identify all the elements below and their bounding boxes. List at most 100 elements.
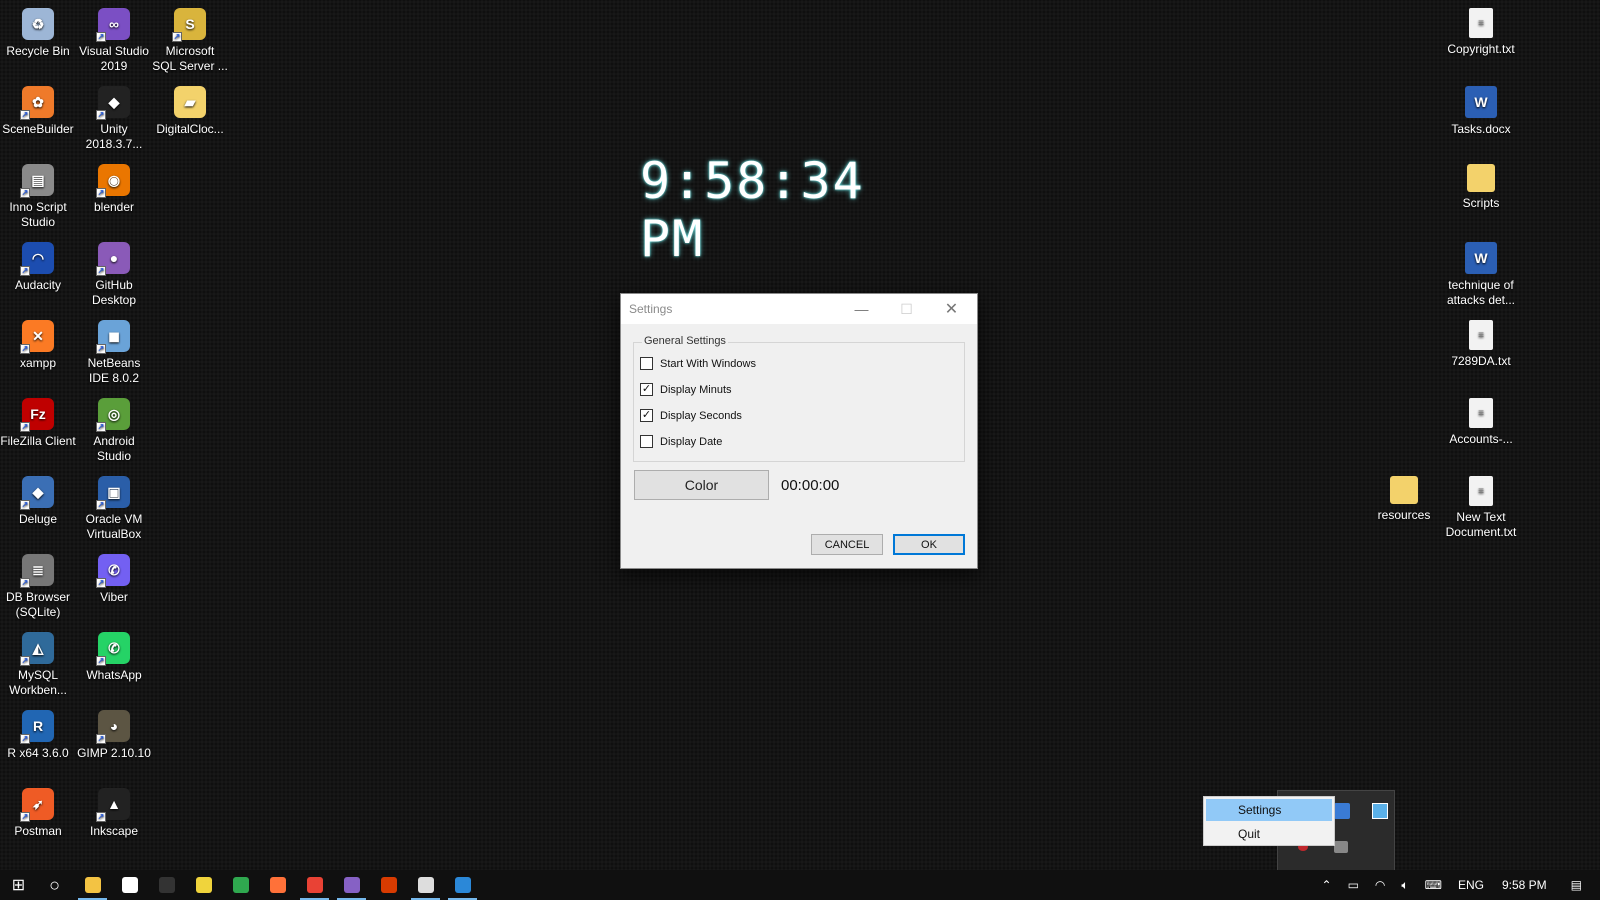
- menu-item-settings[interactable]: Settings: [1206, 799, 1332, 821]
- git-icon: [195, 877, 212, 893]
- language-indicator[interactable]: ENG: [1458, 878, 1484, 892]
- desktop-icon[interactable]: ◉ ↗ blender: [76, 158, 152, 215]
- start-with-windows-option[interactable]: Start With Windows: [640, 357, 756, 370]
- desktop-icon[interactable]: ≡ 7289DA.txt: [1443, 314, 1519, 369]
- display-seconds-checkbox[interactable]: ✓: [640, 409, 653, 422]
- digital-clock[interactable]: 9:58:34 PM: [640, 152, 910, 268]
- wifi-icon[interactable]: ◠: [1375, 878, 1385, 892]
- folder-icon: [1467, 164, 1495, 192]
- desktop-icon-label: DB Browser (SQLite): [5, 590, 70, 619]
- shortcut-arrow-icon: ↗: [20, 344, 30, 354]
- desktop-icon[interactable]: ✆ ↗ Viber: [76, 548, 152, 605]
- taskbar-app[interactable]: [148, 870, 185, 900]
- desktop-icon[interactable]: ◼ ↗ NetBeans IDE 8.0.2: [76, 314, 152, 386]
- taskbar-app[interactable]: [370, 870, 407, 900]
- network-tray-icon[interactable]: [1372, 803, 1388, 819]
- desktop-icon[interactable]: ◭ ↗ MySQL Workben...: [0, 626, 76, 698]
- app-tray-icon[interactable]: [1334, 803, 1350, 819]
- desktop-icon[interactable]: ◕ ↗ GIMP 2.10.10: [76, 704, 152, 761]
- desktop-icon[interactable]: ≡ Copyright.txt: [1443, 2, 1519, 57]
- close-icon: ✕: [944, 301, 959, 318]
- start-button[interactable]: ⊞: [0, 870, 37, 900]
- taskbar-app[interactable]: [444, 870, 481, 900]
- desktop-icon[interactable]: ✆ ↗ WhatsApp: [76, 626, 152, 683]
- desktop-icon[interactable]: R ↗ R x64 3.6.0: [0, 704, 76, 761]
- desktop-icon[interactable]: ✕ ↗ xampp: [0, 314, 76, 371]
- menu-item-quit[interactable]: Quit: [1206, 823, 1332, 845]
- whatsapp-icon: ✆ ↗: [96, 632, 130, 666]
- desktop-icon-label: Scripts: [1462, 196, 1500, 210]
- desktop-icon[interactable]: S ↗ Microsoft SQL Server ...: [152, 2, 228, 74]
- maximize-icon: ☐: [900, 300, 913, 317]
- option-label: Display Minuts: [660, 383, 732, 396]
- shortcut-arrow-icon: ↗: [96, 422, 106, 432]
- keyboard-icon[interactable]: ⌨: [1425, 878, 1442, 892]
- desktop-icon-label: Inkscape: [89, 824, 139, 838]
- taskbar: ⊞ ○ ⌃ ▭ ◠ 🔈︎ ⌨ ENG 9:58 PM ▤: [0, 870, 1600, 900]
- desktop-icon[interactable]: ▤ ↗ Inno Script Studio: [0, 158, 76, 230]
- taskbar-app[interactable]: [259, 870, 296, 900]
- option-label: Start With Windows: [660, 357, 756, 370]
- desktop-icon-label: technique of attacks det...: [1446, 278, 1516, 307]
- display-date-option[interactable]: Display Date: [640, 435, 722, 448]
- battery-icon[interactable]: ▭: [1348, 878, 1359, 892]
- deluge-icon: ◆ ↗: [20, 476, 54, 510]
- desktop-icon[interactable]: ≣ ↗ DB Browser (SQLite): [0, 548, 76, 620]
- taskbar-app[interactable]: [333, 870, 370, 900]
- desktop-icon[interactable]: Scripts: [1443, 158, 1519, 211]
- desktop-icon-label: Copyright.txt: [1447, 42, 1515, 56]
- minimize-button[interactable]: —: [839, 294, 884, 324]
- desktop-icon[interactable]: ◆ ↗ Deluge: [0, 470, 76, 527]
- desktop-icon[interactable]: ● ↗ GitHub Desktop: [76, 236, 152, 308]
- r-icon: R ↗: [20, 710, 54, 744]
- taskbar-app[interactable]: [185, 870, 222, 900]
- windows-logo-icon: ⊞: [11, 877, 26, 894]
- desktop-icon[interactable]: ✿ ↗ SceneBuilder: [0, 80, 76, 137]
- chevron-up-icon[interactable]: ⌃: [1322, 878, 1332, 892]
- desktop-icon[interactable]: ▲ ↗ Inkscape: [76, 782, 152, 839]
- desktop-icon[interactable]: ≡ Accounts-...: [1443, 392, 1519, 447]
- desktop-icon[interactable]: ♻ Recycle Bin: [0, 2, 76, 59]
- desktop-icon[interactable]: ▣ ↗ Oracle VM VirtualBox: [76, 470, 152, 542]
- close-button[interactable]: ✕: [929, 294, 974, 324]
- start-with-windows-checkbox[interactable]: [640, 357, 653, 370]
- taskbar-app[interactable]: [296, 870, 333, 900]
- action-center-icon[interactable]: ▤: [1571, 878, 1582, 892]
- desktop-icon[interactable]: ➶ ↗ Postman: [0, 782, 76, 839]
- volume-icon[interactable]: 🔈︎: [1401, 878, 1408, 893]
- image-file-icon: ≡: [1469, 398, 1493, 428]
- color-button[interactable]: Color: [634, 470, 769, 500]
- device-tray-icon[interactable]: [1334, 841, 1348, 853]
- display-minuts-checkbox[interactable]: ✓: [640, 383, 653, 396]
- folder-icon: ▰: [174, 86, 206, 118]
- taskbar-app[interactable]: [74, 870, 111, 900]
- ok-button[interactable]: OK: [893, 534, 965, 555]
- taskbar-clock[interactable]: 9:58 PM: [1502, 878, 1547, 892]
- desktop-icon[interactable]: resources: [1366, 470, 1442, 523]
- desktop-icon[interactable]: Fz ↗ FileZilla Client: [0, 392, 76, 449]
- desktop-icon[interactable]: ◎ ↗ Android Studio: [76, 392, 152, 464]
- desktop-icon[interactable]: ▰ DigitalCloc...: [152, 80, 228, 137]
- shortcut-arrow-icon: ↗: [20, 734, 30, 744]
- desktop-icon[interactable]: ∞ ↗ Visual Studio 2019: [76, 2, 152, 74]
- desktop-icon[interactable]: ◠ ↗ Audacity: [0, 236, 76, 293]
- taskbar-app[interactable]: [407, 870, 444, 900]
- desktop-icon[interactable]: W Tasks.docx: [1443, 80, 1519, 137]
- search-button[interactable]: ○: [36, 870, 73, 900]
- desktop-icon-label: Recycle Bin: [6, 44, 70, 58]
- desktop-icon[interactable]: Wtechnique of attacks det...: [1443, 236, 1519, 308]
- settings-titlebar[interactable]: Settings — ☐ ✕: [621, 294, 977, 324]
- display-minuts-option[interactable]: ✓ Display Minuts: [640, 383, 732, 396]
- taskbar-app[interactable]: [111, 870, 148, 900]
- app-window-icon: [454, 877, 471, 893]
- desktop-icon[interactable]: ◆ ↗ Unity 2018.3.7...: [76, 80, 152, 152]
- cancel-button[interactable]: CANCEL: [811, 534, 883, 555]
- firefox-icon: [269, 877, 286, 893]
- display-date-checkbox[interactable]: [640, 435, 653, 448]
- shortcut-arrow-icon: ↗: [96, 32, 106, 42]
- maximize-button[interactable]: ☐: [884, 294, 929, 324]
- display-seconds-option[interactable]: ✓ Display Seconds: [640, 409, 742, 422]
- desktop-icon-label: blender: [93, 200, 135, 214]
- taskbar-app[interactable]: [222, 870, 259, 900]
- desktop-icon[interactable]: ≡ New Text Document.txt: [1443, 470, 1519, 540]
